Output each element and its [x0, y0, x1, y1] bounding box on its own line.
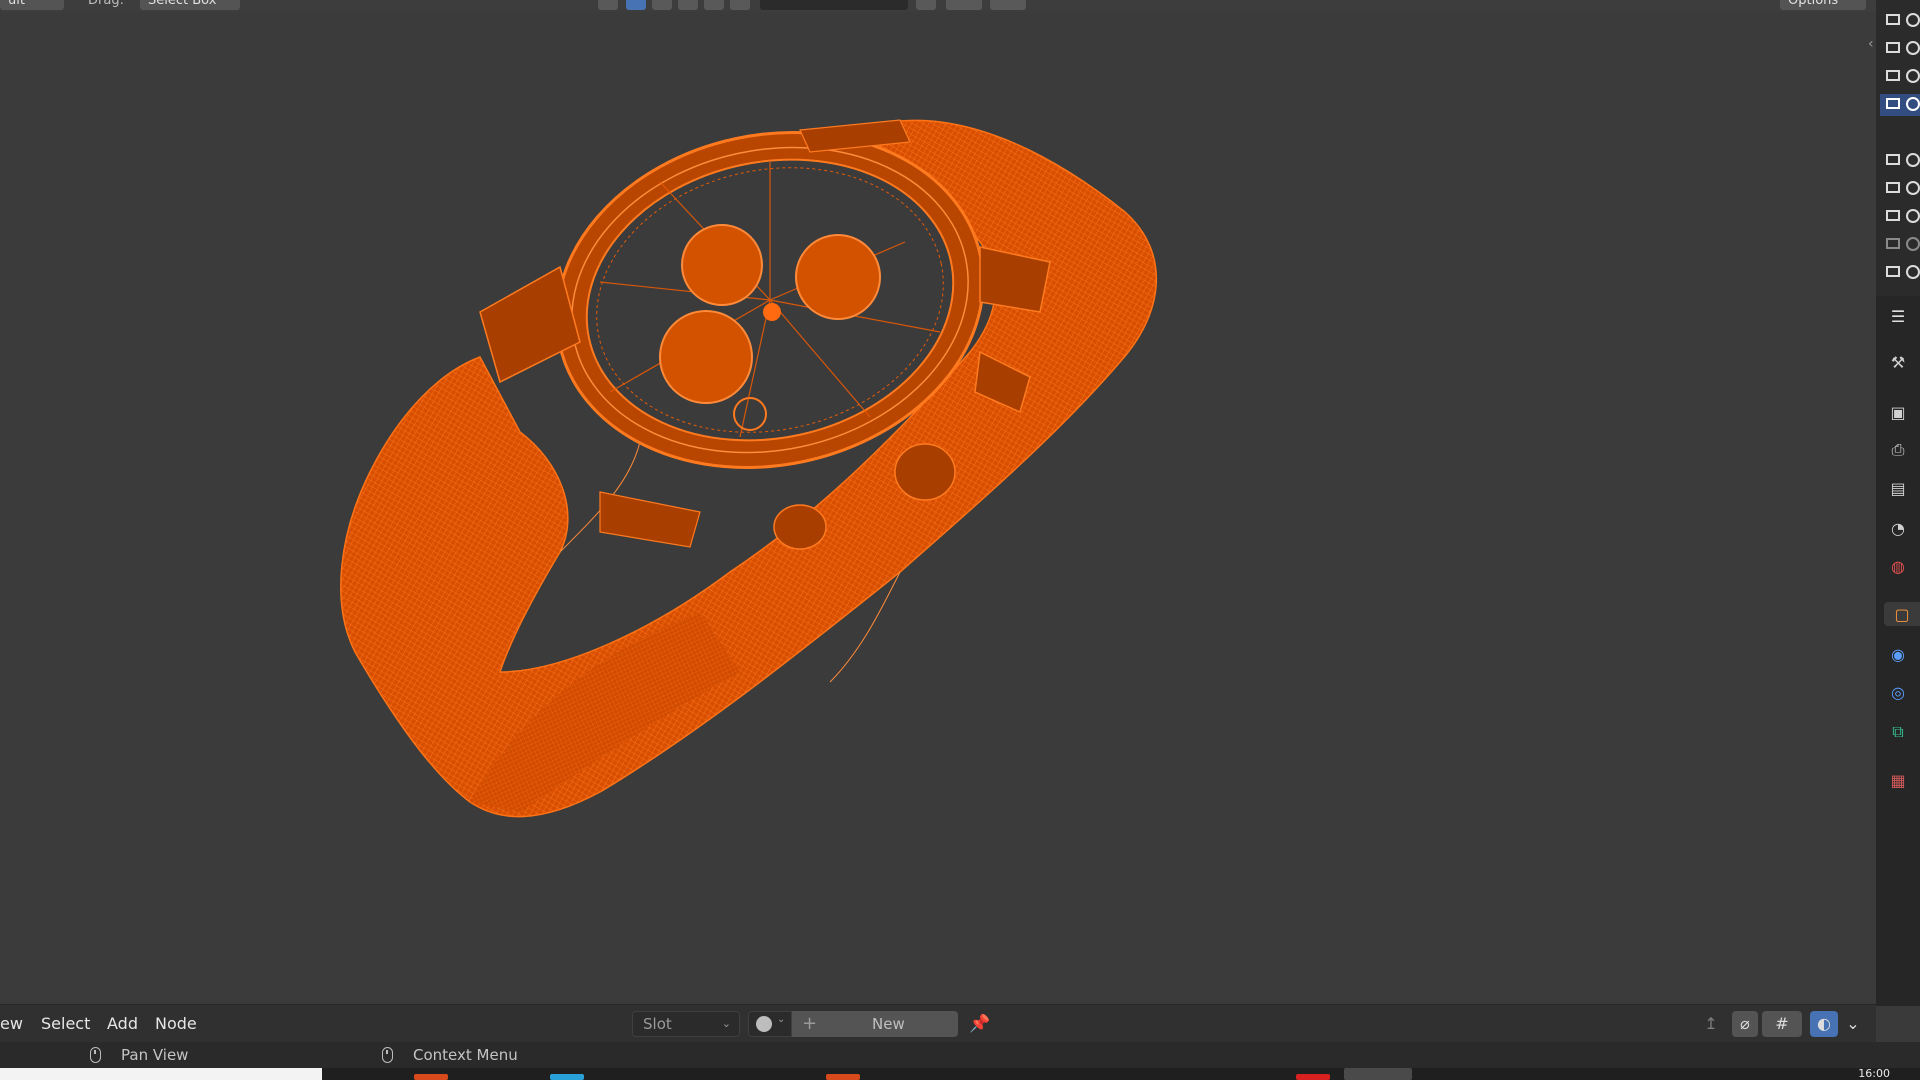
camera-icon[interactable] [1906, 153, 1920, 167]
context-menu-hint: Context Menu [382, 1046, 518, 1064]
taskbar-active-app[interactable] [1344, 1068, 1412, 1080]
snap-icon[interactable]: ⌀ [1732, 1011, 1758, 1037]
snap-grid-icon[interactable]: # [1762, 1011, 1802, 1037]
node-menu[interactable]: Node [155, 1014, 197, 1033]
pin-icon[interactable]: 📌 [966, 1011, 994, 1037]
object-icon[interactable]: ▢ [1884, 602, 1920, 626]
add-menu[interactable]: Add [107, 1014, 138, 1033]
camera-icon[interactable] [1906, 13, 1920, 27]
select-lasso-icon[interactable] [678, 0, 698, 10]
chevron-down-icon: ⌄ [777, 1014, 786, 1025]
outliner-row-selected[interactable] [1880, 94, 1920, 116]
camera-icon[interactable] [1906, 41, 1920, 55]
properties-tab-bar: ☰ ⚒ ▣ ⎙ ▤ ◔ ◍ ▢ ◉ ◎ ⧉ ▦ [1876, 296, 1920, 1006]
taskbar-search-box[interactable] [0, 1068, 322, 1080]
select-extend-icon[interactable] [704, 0, 724, 10]
pan-view-hint: Pan View [90, 1046, 188, 1064]
options-label: Options [1788, 0, 1839, 8]
camera-icon[interactable] [1906, 69, 1920, 83]
texture-icon[interactable]: ▦ [1886, 768, 1910, 792]
view-layer-icon[interactable]: ▤ [1886, 476, 1910, 500]
monitor-icon[interactable] [1886, 210, 1900, 221]
status-bar: Pan View Context Menu [0, 1042, 1920, 1068]
monitor-icon[interactable] [1886, 42, 1900, 53]
view-menu[interactable]: ew [0, 1014, 23, 1033]
new-material-button[interactable]: + New [792, 1011, 958, 1037]
outliner-row[interactable] [1880, 38, 1920, 60]
outliner-row[interactable] [1880, 66, 1920, 88]
camera-icon[interactable] [1906, 97, 1920, 111]
outliner-panel: ‹ [1868, 0, 1920, 296]
drag-label: Drag: [88, 0, 124, 8]
outliner-row[interactable] [1880, 178, 1920, 200]
select-box-icon[interactable] [626, 0, 646, 10]
node-editor-header: ew Select Add Node Slot ⌄ ⌄ + New 📌 ↥ ⌀ … [0, 1004, 1876, 1043]
physics-icon[interactable]: ◎ [1886, 680, 1910, 704]
taskbar-app-icon[interactable] [550, 1074, 584, 1080]
drag-select-dropdown[interactable]: Select Box [140, 0, 240, 10]
viewport-header: ult Drag: Select Box Options [0, 0, 1876, 12]
mouse-right-icon [382, 1047, 393, 1063]
select-subtract-icon[interactable] [730, 0, 750, 10]
scene-icon[interactable]: ◔ [1886, 516, 1910, 540]
monitor-icon[interactable] [1886, 182, 1900, 193]
slot-dropdown[interactable]: Slot ⌄ [632, 1011, 740, 1037]
material-browse-button[interactable]: ⌄ [748, 1011, 792, 1037]
camera-icon[interactable] [1906, 209, 1920, 223]
collapse-chevron-icon[interactable]: ‹ [1868, 36, 1874, 52]
drag-select-value: Select Box [148, 0, 217, 8]
outliner-row[interactable] [1880, 234, 1920, 256]
camera-icon[interactable] [1906, 181, 1920, 195]
os-taskbar: 16:00 [0, 1068, 1920, 1080]
taskbar-app-icon[interactable] [1296, 1074, 1330, 1080]
output-icon[interactable]: ⎙ [1886, 438, 1910, 462]
3d-viewport[interactable] [0, 12, 1876, 1002]
options-dropdown[interactable]: Options [1780, 0, 1866, 10]
mouse-middle-icon [90, 1047, 101, 1063]
taskbar-clock: 16:00 [1858, 1067, 1890, 1080]
world-icon[interactable]: ◍ [1886, 554, 1910, 578]
overlay-icon[interactable] [916, 0, 936, 10]
pan-view-label: Pan View [121, 1046, 189, 1064]
wireframe-watch [340, 119, 1157, 818]
camera-icon[interactable] [1906, 265, 1920, 279]
monitor-icon[interactable] [1886, 154, 1900, 165]
outliner-row[interactable] [1880, 262, 1920, 284]
search-field[interactable] [760, 0, 908, 10]
select-circle-icon[interactable] [652, 0, 672, 10]
plus-icon: + [802, 1013, 818, 1034]
slot-label: Slot [643, 1015, 672, 1033]
new-material-label: New [872, 1015, 905, 1033]
outliner-row[interactable] [1880, 206, 1920, 228]
taskbar-app-icon[interactable] [414, 1074, 448, 1080]
snap-dropdown-icon[interactable] [990, 0, 1026, 10]
tool-settings-icon[interactable]: ☰ [1886, 304, 1910, 328]
monitor-icon[interactable] [1886, 14, 1900, 25]
view-dropdown-icon[interactable] [946, 0, 982, 10]
render-icon[interactable]: ▣ [1886, 400, 1910, 424]
constraints-icon[interactable]: ⧉ [1886, 720, 1910, 744]
monitor-icon[interactable] [1886, 266, 1900, 277]
mode-dropdown[interactable]: ult [0, 0, 64, 10]
chevron-down-icon: ⌄ [721, 1017, 731, 1030]
overlays-icon[interactable]: ◐ [1810, 1011, 1838, 1037]
parent-node-icon[interactable]: ↥ [1698, 1011, 1724, 1037]
mode-label: ult [8, 0, 25, 8]
outliner-row[interactable] [1880, 150, 1920, 172]
outliner-row[interactable] [1880, 10, 1920, 32]
tool-icon[interactable]: ⚒ [1886, 350, 1910, 374]
camera-icon[interactable] [1906, 237, 1920, 251]
context-menu-label: Context Menu [413, 1046, 518, 1064]
select-menu[interactable]: Select [41, 1014, 90, 1033]
monitor-icon[interactable] [1886, 70, 1900, 81]
monitor-icon[interactable] [1886, 98, 1900, 109]
monitor-icon[interactable] [1886, 238, 1900, 249]
taskbar-app-icon[interactable] [826, 1074, 860, 1080]
material-sphere-icon [756, 1016, 772, 1032]
select-mode-icon[interactable] [598, 0, 618, 10]
modifier-icon[interactable]: ◉ [1886, 642, 1910, 666]
overlays-chevron-icon[interactable]: ⌄ [1840, 1011, 1866, 1037]
